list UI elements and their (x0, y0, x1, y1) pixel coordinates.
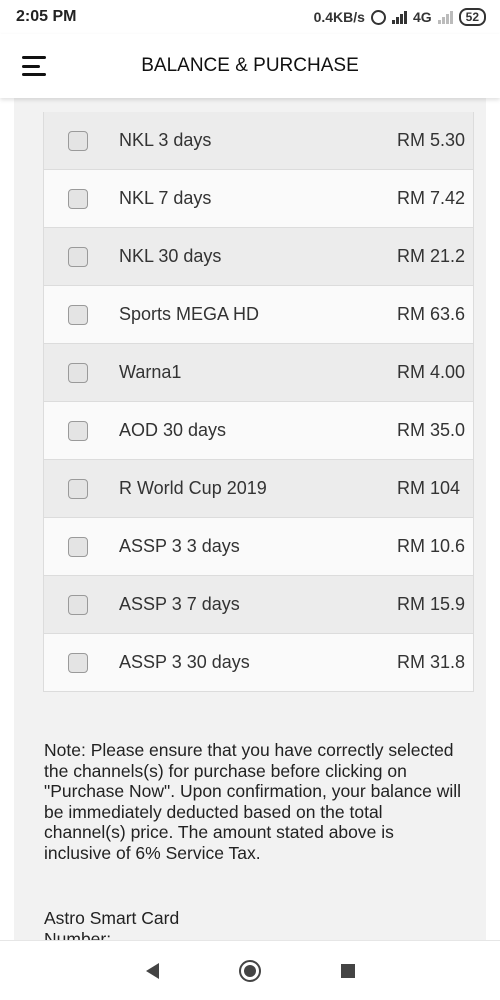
channel-name: Sports MEGA HD (119, 304, 260, 324)
status-indicators: 0.4KB/s 4G 52 (314, 8, 486, 26)
status-time: 2:05 PM (16, 8, 77, 25)
channel-row[interactable]: NKL 30 days RM 21.2 (43, 228, 474, 286)
smart-card-label: Astro Smart Card Number: (44, 908, 180, 940)
channel-name: R World Cup 2019 (119, 478, 267, 498)
app-bar: BALANCE & PURCHASE (0, 34, 500, 98)
channel-name: NKL 7 days (119, 188, 212, 208)
channel-list: NKL 3 days RM 5.30 NKL 7 days RM 7.42 NKL 30… (43, 112, 474, 692)
channel-row[interactable]: ASSP 3 7 days RM 15.9 (43, 576, 474, 634)
purchase-note: Note: Please ensure that you have correc… (44, 740, 462, 863)
channel-checkbox[interactable] (68, 479, 88, 499)
channel-price: RM 10.6 (397, 536, 466, 556)
channel-name: NKL 30 days (119, 246, 222, 266)
signal-strength-secondary-icon (437, 10, 453, 24)
channel-name: ASSP 3 7 days (119, 594, 240, 614)
channel-price: RM 4.00 (397, 362, 466, 382)
main-content[interactable]: NKL 3 days RM 5.30 NKL 7 days RM 7.42 NKL 30… (14, 98, 486, 940)
signal-strength-icon (391, 10, 407, 24)
channel-checkbox[interactable] (68, 595, 88, 615)
channel-checkbox[interactable] (68, 305, 88, 325)
status-bar: 2:05 PM 0.4KB/s 4G 52 (0, 0, 500, 34)
back-triangle-icon[interactable] (145, 962, 159, 979)
channel-price: RM 63.6 (397, 304, 466, 324)
channel-row[interactable]: NKL 3 days RM 5.30 (43, 112, 474, 170)
channel-name: AOD 30 days (119, 420, 227, 440)
channel-price: RM 21.2 (397, 246, 466, 266)
channel-name: NKL 3 days (119, 130, 212, 150)
channel-row[interactable]: R World Cup 2019 RM 104 (43, 460, 474, 518)
channel-price: RM 15.9 (397, 594, 466, 614)
channel-checkbox[interactable] (68, 189, 88, 209)
system-navigation-bar (0, 940, 500, 1000)
channel-price: RM 7.42 (397, 188, 466, 208)
battery-icon: 52 (458, 8, 486, 26)
network-type: 4G (412, 9, 432, 25)
channel-checkbox[interactable] (68, 537, 88, 557)
channel-row[interactable]: AOD 30 days RM 35.0 (43, 402, 474, 460)
channel-checkbox[interactable] (68, 421, 88, 441)
channel-checkbox[interactable] (68, 131, 88, 151)
channel-row[interactable]: NKL 7 days RM 7.42 (43, 170, 474, 228)
channel-price: RM 31.8 (397, 652, 466, 672)
channel-row[interactable]: ASSP 3 30 days RM 31.8 (43, 634, 474, 692)
recents-square-icon[interactable] (340, 963, 355, 978)
channel-row[interactable]: Sports MEGA HD RM 63.6 (43, 286, 474, 344)
channel-row[interactable]: ASSP 3 3 days RM 10.6 (43, 518, 474, 576)
channel-row[interactable]: Warna1 RM 4.00 (43, 344, 474, 402)
channel-name: ASSP 3 30 days (119, 652, 250, 672)
channel-name: Warna1 (119, 362, 182, 382)
alarm-clock-icon (370, 9, 386, 25)
network-speed: 0.4KB/s (313, 9, 365, 25)
channel-price: RM 35.0 (397, 420, 466, 440)
channel-checkbox[interactable] (68, 653, 88, 673)
page-title: BALANCE & PURCHASE (141, 55, 359, 76)
channel-price: RM 104 (397, 478, 461, 498)
home-circle-icon[interactable] (238, 959, 261, 982)
channel-name: ASSP 3 3 days (119, 536, 240, 556)
hamburger-menu-icon[interactable] (22, 56, 46, 76)
channel-checkbox[interactable] (68, 247, 88, 267)
channel-checkbox[interactable] (68, 363, 88, 383)
channel-price: RM 5.30 (397, 130, 466, 150)
